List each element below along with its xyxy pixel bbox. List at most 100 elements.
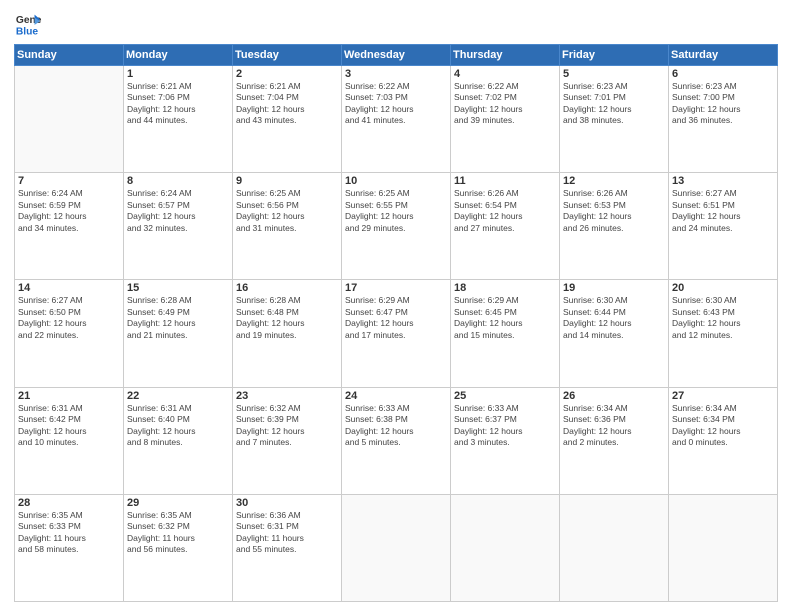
day-number: 6	[672, 68, 774, 80]
day-info: Sunrise: 6:24 AM Sunset: 6:57 PM Dayligh…	[127, 188, 229, 234]
calendar-cell: 24Sunrise: 6:33 AM Sunset: 6:38 PM Dayli…	[342, 387, 451, 494]
calendar-table: SundayMondayTuesdayWednesdayThursdayFrid…	[14, 44, 778, 602]
day-number: 10	[345, 175, 447, 187]
weekday-header-row: SundayMondayTuesdayWednesdayThursdayFrid…	[15, 45, 778, 66]
day-info: Sunrise: 6:32 AM Sunset: 6:39 PM Dayligh…	[236, 403, 338, 449]
calendar-cell: 28Sunrise: 6:35 AM Sunset: 6:33 PM Dayli…	[15, 494, 124, 601]
weekday-header-friday: Friday	[560, 45, 669, 66]
day-info: Sunrise: 6:23 AM Sunset: 7:01 PM Dayligh…	[563, 81, 665, 127]
day-number: 15	[127, 282, 229, 294]
weekday-header-wednesday: Wednesday	[342, 45, 451, 66]
calendar-cell	[669, 494, 778, 601]
calendar-cell: 7Sunrise: 6:24 AM Sunset: 6:59 PM Daylig…	[15, 173, 124, 280]
day-number: 28	[18, 497, 120, 509]
calendar-cell: 3Sunrise: 6:22 AM Sunset: 7:03 PM Daylig…	[342, 66, 451, 173]
weekday-header-saturday: Saturday	[669, 45, 778, 66]
page: General Blue SundayMondayTuesdayWednesda…	[0, 0, 792, 612]
calendar-cell: 2Sunrise: 6:21 AM Sunset: 7:04 PM Daylig…	[233, 66, 342, 173]
day-number: 22	[127, 390, 229, 402]
weekday-header-tuesday: Tuesday	[233, 45, 342, 66]
day-info: Sunrise: 6:25 AM Sunset: 6:56 PM Dayligh…	[236, 188, 338, 234]
calendar-cell: 19Sunrise: 6:30 AM Sunset: 6:44 PM Dayli…	[560, 280, 669, 387]
weekday-header-sunday: Sunday	[15, 45, 124, 66]
day-number: 27	[672, 390, 774, 402]
day-number: 18	[454, 282, 556, 294]
day-number: 16	[236, 282, 338, 294]
calendar-cell: 6Sunrise: 6:23 AM Sunset: 7:00 PM Daylig…	[669, 66, 778, 173]
weekday-header-thursday: Thursday	[451, 45, 560, 66]
day-info: Sunrise: 6:22 AM Sunset: 7:02 PM Dayligh…	[454, 81, 556, 127]
day-number: 11	[454, 175, 556, 187]
day-info: Sunrise: 6:33 AM Sunset: 6:37 PM Dayligh…	[454, 403, 556, 449]
calendar-cell	[15, 66, 124, 173]
day-number: 20	[672, 282, 774, 294]
calendar-cell: 10Sunrise: 6:25 AM Sunset: 6:55 PM Dayli…	[342, 173, 451, 280]
day-info: Sunrise: 6:33 AM Sunset: 6:38 PM Dayligh…	[345, 403, 447, 449]
calendar-cell: 8Sunrise: 6:24 AM Sunset: 6:57 PM Daylig…	[124, 173, 233, 280]
day-info: Sunrise: 6:30 AM Sunset: 6:44 PM Dayligh…	[563, 295, 665, 341]
calendar-cell: 23Sunrise: 6:32 AM Sunset: 6:39 PM Dayli…	[233, 387, 342, 494]
day-number: 30	[236, 497, 338, 509]
calendar-cell: 27Sunrise: 6:34 AM Sunset: 6:34 PM Dayli…	[669, 387, 778, 494]
day-info: Sunrise: 6:31 AM Sunset: 6:40 PM Dayligh…	[127, 403, 229, 449]
day-number: 9	[236, 175, 338, 187]
day-number: 19	[563, 282, 665, 294]
week-row-0: 1Sunrise: 6:21 AM Sunset: 7:06 PM Daylig…	[15, 66, 778, 173]
day-number: 5	[563, 68, 665, 80]
calendar-cell	[560, 494, 669, 601]
day-info: Sunrise: 6:21 AM Sunset: 7:04 PM Dayligh…	[236, 81, 338, 127]
weekday-header-monday: Monday	[124, 45, 233, 66]
day-info: Sunrise: 6:28 AM Sunset: 6:48 PM Dayligh…	[236, 295, 338, 341]
calendar-cell: 20Sunrise: 6:30 AM Sunset: 6:43 PM Dayli…	[669, 280, 778, 387]
calendar-cell: 5Sunrise: 6:23 AM Sunset: 7:01 PM Daylig…	[560, 66, 669, 173]
day-info: Sunrise: 6:28 AM Sunset: 6:49 PM Dayligh…	[127, 295, 229, 341]
calendar-cell: 12Sunrise: 6:26 AM Sunset: 6:53 PM Dayli…	[560, 173, 669, 280]
day-number: 24	[345, 390, 447, 402]
week-row-4: 28Sunrise: 6:35 AM Sunset: 6:33 PM Dayli…	[15, 494, 778, 601]
day-number: 25	[454, 390, 556, 402]
calendar-cell: 22Sunrise: 6:31 AM Sunset: 6:40 PM Dayli…	[124, 387, 233, 494]
calendar-cell	[342, 494, 451, 601]
day-info: Sunrise: 6:30 AM Sunset: 6:43 PM Dayligh…	[672, 295, 774, 341]
calendar-cell: 4Sunrise: 6:22 AM Sunset: 7:02 PM Daylig…	[451, 66, 560, 173]
day-number: 12	[563, 175, 665, 187]
day-info: Sunrise: 6:26 AM Sunset: 6:53 PM Dayligh…	[563, 188, 665, 234]
week-row-2: 14Sunrise: 6:27 AM Sunset: 6:50 PM Dayli…	[15, 280, 778, 387]
calendar-cell: 11Sunrise: 6:26 AM Sunset: 6:54 PM Dayli…	[451, 173, 560, 280]
day-number: 29	[127, 497, 229, 509]
week-row-3: 21Sunrise: 6:31 AM Sunset: 6:42 PM Dayli…	[15, 387, 778, 494]
day-number: 4	[454, 68, 556, 80]
day-info: Sunrise: 6:27 AM Sunset: 6:50 PM Dayligh…	[18, 295, 120, 341]
day-info: Sunrise: 6:25 AM Sunset: 6:55 PM Dayligh…	[345, 188, 447, 234]
calendar-cell	[451, 494, 560, 601]
day-info: Sunrise: 6:29 AM Sunset: 6:47 PM Dayligh…	[345, 295, 447, 341]
day-number: 8	[127, 175, 229, 187]
day-info: Sunrise: 6:22 AM Sunset: 7:03 PM Dayligh…	[345, 81, 447, 127]
day-info: Sunrise: 6:27 AM Sunset: 6:51 PM Dayligh…	[672, 188, 774, 234]
day-info: Sunrise: 6:21 AM Sunset: 7:06 PM Dayligh…	[127, 81, 229, 127]
day-number: 1	[127, 68, 229, 80]
calendar-cell: 17Sunrise: 6:29 AM Sunset: 6:47 PM Dayli…	[342, 280, 451, 387]
calendar-cell: 29Sunrise: 6:35 AM Sunset: 6:32 PM Dayli…	[124, 494, 233, 601]
logo-icon: General Blue	[14, 10, 42, 38]
day-info: Sunrise: 6:35 AM Sunset: 6:33 PM Dayligh…	[18, 510, 120, 556]
day-number: 26	[563, 390, 665, 402]
day-number: 2	[236, 68, 338, 80]
svg-text:Blue: Blue	[16, 26, 39, 37]
calendar-cell: 13Sunrise: 6:27 AM Sunset: 6:51 PM Dayli…	[669, 173, 778, 280]
day-info: Sunrise: 6:36 AM Sunset: 6:31 PM Dayligh…	[236, 510, 338, 556]
day-number: 7	[18, 175, 120, 187]
day-info: Sunrise: 6:23 AM Sunset: 7:00 PM Dayligh…	[672, 81, 774, 127]
calendar-cell: 21Sunrise: 6:31 AM Sunset: 6:42 PM Dayli…	[15, 387, 124, 494]
calendar-cell: 18Sunrise: 6:29 AM Sunset: 6:45 PM Dayli…	[451, 280, 560, 387]
day-info: Sunrise: 6:24 AM Sunset: 6:59 PM Dayligh…	[18, 188, 120, 234]
day-info: Sunrise: 6:29 AM Sunset: 6:45 PM Dayligh…	[454, 295, 556, 341]
day-info: Sunrise: 6:34 AM Sunset: 6:34 PM Dayligh…	[672, 403, 774, 449]
calendar-cell: 15Sunrise: 6:28 AM Sunset: 6:49 PM Dayli…	[124, 280, 233, 387]
calendar-cell: 25Sunrise: 6:33 AM Sunset: 6:37 PM Dayli…	[451, 387, 560, 494]
day-number: 23	[236, 390, 338, 402]
day-info: Sunrise: 6:26 AM Sunset: 6:54 PM Dayligh…	[454, 188, 556, 234]
calendar-cell: 1Sunrise: 6:21 AM Sunset: 7:06 PM Daylig…	[124, 66, 233, 173]
calendar-cell: 14Sunrise: 6:27 AM Sunset: 6:50 PM Dayli…	[15, 280, 124, 387]
day-number: 14	[18, 282, 120, 294]
